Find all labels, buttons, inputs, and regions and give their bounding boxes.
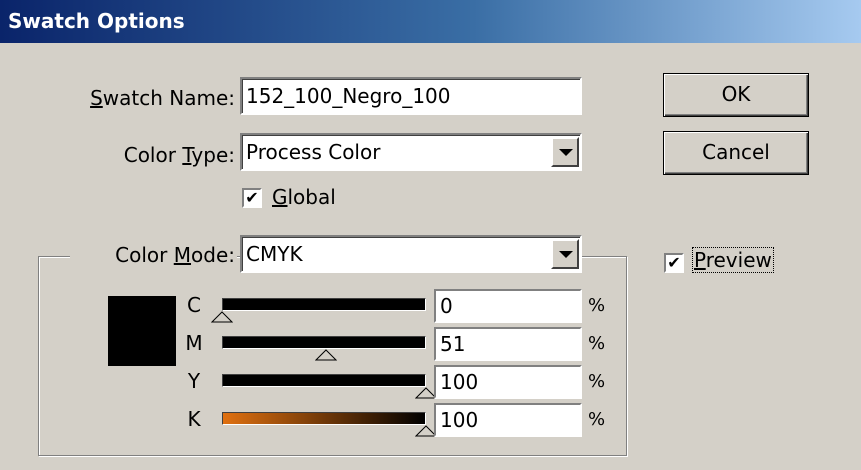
color-mode-label-rest: ode: <box>191 243 235 267</box>
channel-slider-track-c[interactable] <box>222 298 426 311</box>
channel-slider-track-k[interactable] <box>222 412 426 425</box>
channel-value-input-m[interactable]: 51 <box>434 327 582 361</box>
channel-value-input-c[interactable]: 0 <box>434 289 582 323</box>
preview-label[interactable]: Preview <box>692 247 774 273</box>
global-mnemonic: G <box>272 185 288 209</box>
color-type-label: Color Type: <box>50 143 235 167</box>
cancel-button[interactable]: Cancel <box>663 131 809 175</box>
color-mode-value: CMYK <box>246 242 303 266</box>
preview-mnemonic: P <box>694 248 706 272</box>
channel-value: 100 <box>440 370 479 394</box>
color-mode-mnemonic: M <box>173 243 192 267</box>
preview-checkbox[interactable]: ✔ <box>664 253 684 273</box>
title-bar: Swatch Options <box>0 0 861 43</box>
channel-value: 51 <box>440 332 466 356</box>
ok-button-label: OK <box>721 82 751 106</box>
swatch-name-label: Swatch Name: <box>50 86 235 110</box>
percent-unit-label: % <box>588 333 606 354</box>
percent-unit-label: % <box>588 295 606 316</box>
swatch-name-label-text: watch Name: <box>102 86 235 110</box>
color-type-label-rest: ype: <box>191 143 235 167</box>
swatch-name-input[interactable]: 152_100_Negro_100 <box>240 77 582 115</box>
channel-slider-track-m[interactable] <box>222 336 426 349</box>
percent-unit-label: % <box>588 409 606 430</box>
preview-label-text: review <box>705 248 772 272</box>
color-type-dropdown-button[interactable] <box>551 137 579 167</box>
channel-label-k: K <box>187 407 201 431</box>
ok-button[interactable]: OK <box>663 73 809 117</box>
color-type-value: Process Color <box>246 140 381 164</box>
cancel-button-label: Cancel <box>702 140 770 164</box>
swatch-name-mnemonic: S <box>90 86 103 110</box>
global-label-text: lobal <box>287 185 336 209</box>
channel-label-y: Y <box>187 369 201 393</box>
global-checkmark-icon: ✔ <box>245 188 259 207</box>
percent-unit-label: % <box>588 371 606 392</box>
channel-slider-track-y[interactable] <box>222 374 426 387</box>
color-mode-label-pre: Color <box>115 243 174 267</box>
color-mode-dropdown-button[interactable] <box>551 239 579 269</box>
color-mode-select[interactable]: CMYK <box>240 235 582 273</box>
window-title: Swatch Options <box>8 9 185 33</box>
swatch-color-preview <box>108 296 176 366</box>
color-type-label-pre: Color <box>123 143 183 167</box>
channel-label-m: M <box>185 331 203 355</box>
channel-value: 0 <box>440 294 453 318</box>
channel-value-input-k[interactable]: 100 <box>434 403 582 437</box>
channel-label-c: C <box>187 293 201 317</box>
channel-value-input-y[interactable]: 100 <box>434 365 582 399</box>
global-label[interactable]: Global <box>272 185 336 209</box>
channel-value: 100 <box>440 408 479 432</box>
color-mode-label: Color Mode: <box>70 243 237 267</box>
preview-checkmark-icon: ✔ <box>667 253 681 272</box>
global-checkbox[interactable]: ✔ <box>242 188 262 208</box>
color-type-select[interactable]: Process Color <box>240 133 582 171</box>
swatch-name-value: 152_100_Negro_100 <box>246 84 451 108</box>
